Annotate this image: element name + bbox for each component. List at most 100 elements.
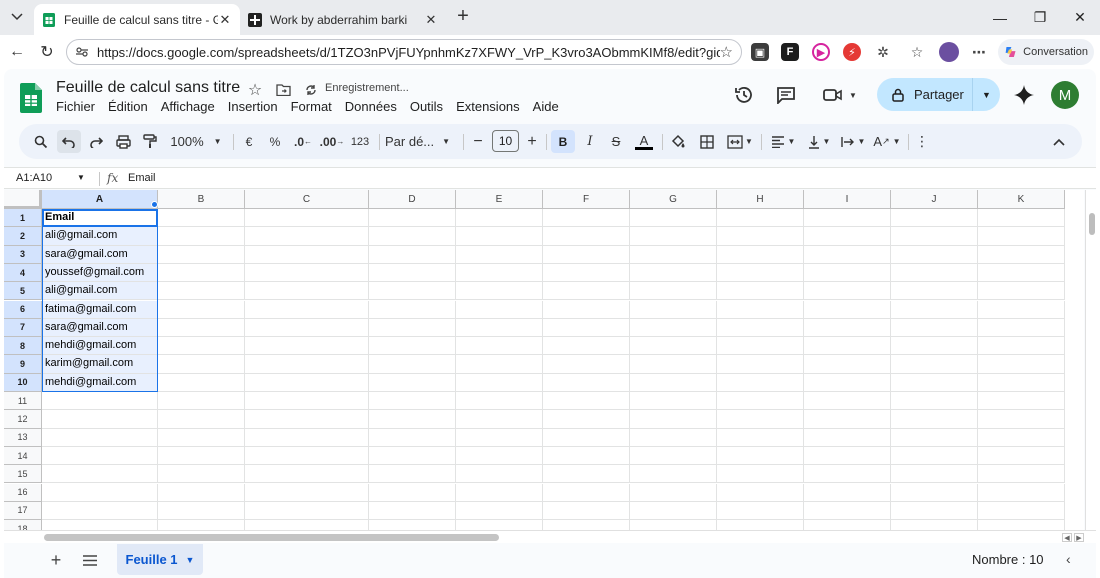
cell-e13[interactable] [456, 428, 543, 447]
undo-icon[interactable] [57, 130, 81, 153]
document-title[interactable]: Feuille de calcul sans titre [56, 79, 240, 97]
cell-j2[interactable] [891, 227, 978, 246]
cell-f14[interactable] [543, 446, 630, 466]
cell-e6[interactable] [456, 300, 543, 319]
cell-f3[interactable] [543, 245, 630, 264]
cell-j7[interactable] [891, 318, 978, 338]
row-header-5[interactable]: 5 [4, 282, 42, 301]
cell-e12[interactable] [456, 410, 543, 429]
scroll-right-icon[interactable]: ▶ [1074, 533, 1084, 542]
menu-aide[interactable]: Aide [533, 99, 559, 114]
conversation-button[interactable]: Conversation [998, 39, 1094, 65]
cell-g6[interactable] [630, 300, 717, 319]
cell-d14[interactable] [369, 446, 456, 466]
row-header-16[interactable]: 16 [4, 483, 42, 502]
bookmark-star-icon[interactable]: ☆ [720, 43, 733, 61]
cell-h5[interactable] [717, 282, 804, 301]
cell-j8[interactable] [891, 337, 978, 356]
cell-f1[interactable] [543, 209, 630, 228]
cell-j11[interactable] [891, 392, 978, 411]
cell-d13[interactable] [369, 428, 456, 447]
spreadsheet-grid[interactable]: A B C D E F G H I J K 1 Email 2 ali@gmail.com 3 sara@gma… [4, 190, 1084, 530]
cell-d17[interactable] [369, 501, 456, 521]
cell-a1[interactable]: Email [42, 209, 158, 228]
italic-button[interactable]: I [579, 130, 601, 153]
cell-j13[interactable] [891, 428, 978, 447]
cell-h15[interactable] [717, 465, 804, 484]
cell-f8[interactable] [543, 337, 630, 356]
cell-i12[interactable] [804, 410, 891, 429]
cell-h7[interactable] [717, 318, 804, 338]
sheet-tab-feuille-1[interactable]: Feuille 1 ▼ [117, 544, 203, 575]
cell-k9[interactable] [978, 355, 1065, 374]
browser-tab-sheets[interactable]: Feuille de calcul sans titre - Google ✕ [34, 4, 240, 35]
cell-j16[interactable] [891, 483, 978, 502]
cell-f2[interactable] [543, 227, 630, 246]
reload-icon[interactable]: ↻ [36, 42, 58, 62]
cell-j1[interactable] [891, 209, 978, 228]
fill-color-icon[interactable] [667, 130, 689, 153]
horizontal-align-icon[interactable]: ▼ [766, 130, 800, 153]
cell-d5[interactable] [369, 282, 456, 301]
cell-k18[interactable] [978, 520, 1065, 530]
name-box[interactable]: A1:A10 [16, 172, 52, 184]
cell-i9[interactable] [804, 355, 891, 374]
cell-e7[interactable] [456, 318, 543, 338]
menu-extensions[interactable]: Extensions [456, 99, 520, 114]
cell-i5[interactable] [804, 282, 891, 301]
column-header-d[interactable]: D [369, 190, 456, 209]
close-window-icon[interactable]: ✕ [1060, 0, 1100, 35]
extension-play-icon[interactable]: ▶ [812, 43, 830, 61]
cell-h4[interactable] [717, 263, 804, 283]
cell-k7[interactable] [978, 318, 1065, 338]
row-header-13[interactable]: 13 [4, 428, 42, 447]
row-header-10[interactable]: 10 [4, 373, 42, 392]
cell-f10[interactable] [543, 373, 630, 392]
row-header-12[interactable]: 12 [4, 410, 42, 429]
cell-k8[interactable] [978, 337, 1065, 356]
cell-e16[interactable] [456, 483, 543, 502]
cell-f18[interactable] [543, 520, 630, 530]
cell-b1[interactable] [158, 209, 245, 228]
cell-e8[interactable] [456, 337, 543, 356]
sheet-tab-dropdown-icon[interactable]: ▼ [186, 555, 195, 565]
borders-icon[interactable] [696, 130, 718, 153]
cell-i4[interactable] [804, 263, 891, 283]
cell-b7[interactable] [158, 318, 245, 338]
restore-icon[interactable]: ❐ [1020, 0, 1060, 35]
cell-e1[interactable] [456, 209, 543, 228]
menu-format[interactable]: Format [291, 99, 332, 114]
cell-j3[interactable] [891, 245, 978, 264]
add-sheet-icon[interactable]: + [46, 550, 66, 570]
cell-h13[interactable] [717, 428, 804, 447]
cell-i14[interactable] [804, 446, 891, 466]
cell-b8[interactable] [158, 337, 245, 356]
cell-c17[interactable] [245, 501, 369, 521]
cell-k10[interactable] [978, 373, 1065, 392]
cell-k14[interactable] [978, 446, 1065, 466]
cell-a9[interactable]: karim@gmail.com [42, 355, 158, 374]
cell-i17[interactable] [804, 501, 891, 521]
cell-d2[interactable] [369, 227, 456, 246]
cell-j18[interactable] [891, 520, 978, 530]
cell-j14[interactable] [891, 446, 978, 466]
cell-a2[interactable]: ali@gmail.com [42, 227, 158, 246]
more-formats-button[interactable]: 123 [347, 130, 373, 153]
menu-insertion[interactable]: Insertion [228, 99, 278, 114]
cell-k2[interactable] [978, 227, 1065, 246]
menu-affichage[interactable]: Affichage [161, 99, 215, 114]
cell-k15[interactable] [978, 465, 1065, 484]
address-bar[interactable]: https://docs.google.com/spreadsheets/d/1… [66, 39, 742, 65]
back-icon[interactable]: ← [6, 42, 28, 62]
cell-a15[interactable] [42, 465, 158, 484]
cell-i8[interactable] [804, 337, 891, 356]
row-header-3[interactable]: 3 [4, 245, 42, 264]
paint-format-icon[interactable] [139, 130, 161, 153]
cell-c7[interactable] [245, 318, 369, 338]
cell-i10[interactable] [804, 373, 891, 392]
cell-a6[interactable]: fatima@gmail.com [42, 300, 158, 319]
cell-d8[interactable] [369, 337, 456, 356]
more-options-icon[interactable]: ⋯ [970, 43, 988, 61]
merge-cells-icon[interactable]: ▼ [723, 130, 757, 153]
cell-b13[interactable] [158, 428, 245, 447]
